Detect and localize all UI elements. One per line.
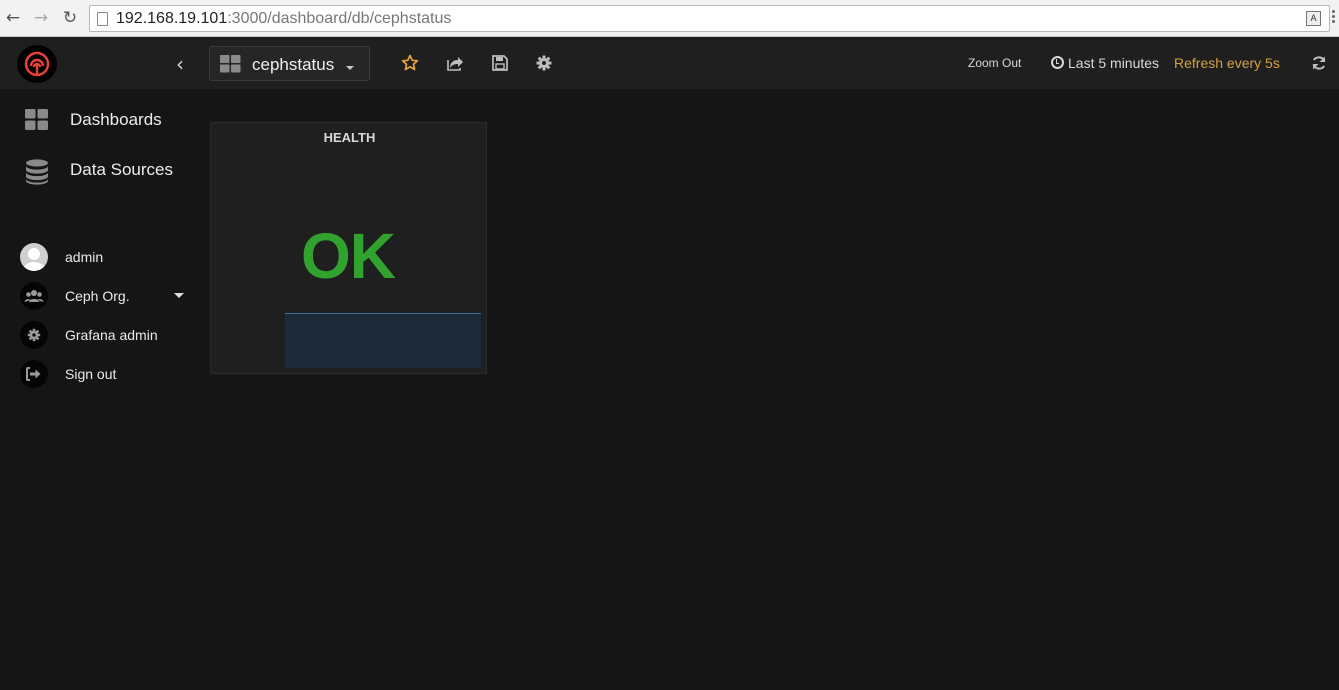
translate-icon[interactable]: A xyxy=(1306,11,1321,26)
sign-out-label: Sign out xyxy=(65,366,117,382)
address-bar[interactable]: 192.168.19.101:3000/dashboard/db/cephsta… xyxy=(89,5,1330,32)
panel-title[interactable]: HEALTH xyxy=(211,130,488,145)
database-icon xyxy=(26,159,48,185)
dashboards-grid-icon xyxy=(25,109,48,130)
time-range-picker[interactable]: Last 5 minutes xyxy=(1051,55,1159,71)
clock-icon xyxy=(1051,56,1064,69)
url-path: :3000/dashboard/db/cephstatus xyxy=(227,10,452,27)
reload-icon[interactable]: ↻ xyxy=(59,8,81,28)
share-icon[interactable] xyxy=(446,54,464,72)
dashboards-grid-icon xyxy=(220,55,241,73)
sidebar-item-profile[interactable]: admin xyxy=(0,240,196,274)
sidebar-item-dashboards[interactable]: Dashboards xyxy=(0,101,196,141)
collapse-sidebar-chevron-icon[interactable]: ‹ xyxy=(176,52,196,76)
gear-icon[interactable] xyxy=(535,54,553,72)
sidebar-item-org[interactable]: Ceph Org. xyxy=(0,279,196,313)
grafana-logo-icon[interactable] xyxy=(17,45,57,83)
sidebar-item-label: Data Sources xyxy=(70,160,173,179)
health-panel[interactable]: HEALTH OK xyxy=(210,122,487,374)
browser-toolbar: ← → ↻ 192.168.19.101:3000/dashboard/db/c… xyxy=(0,0,1339,37)
chevron-down-icon[interactable] xyxy=(174,293,184,298)
forward-arrow-icon[interactable]: → xyxy=(30,8,52,28)
star-icon[interactable] xyxy=(401,54,419,72)
page-icon xyxy=(97,12,108,26)
sidebar-item-grafana-admin[interactable]: Grafana admin xyxy=(0,318,196,352)
user-name: admin xyxy=(65,249,104,265)
refresh-icon[interactable] xyxy=(1311,55,1327,71)
sign-out-icon xyxy=(20,360,48,388)
gear-icon xyxy=(20,321,48,349)
sidebar-item-sign-out[interactable]: Sign out xyxy=(0,357,196,391)
refresh-interval-label[interactable]: Refresh every 5s xyxy=(1174,55,1280,71)
top-navbar: cephstatus Zoom Out Last 5 minutes Refre… xyxy=(196,37,1339,89)
url-host: 192.168.19.101 xyxy=(116,10,228,27)
url-text[interactable]: 192.168.19.101:3000/dashboard/db/cephsta… xyxy=(116,10,451,28)
panel-value: OK xyxy=(301,220,396,292)
browser-menu-icon[interactable] xyxy=(1331,10,1337,26)
sidebar-item-label: Dashboards xyxy=(70,110,162,129)
dashboard-title: cephstatus xyxy=(252,55,335,74)
chevron-down-icon xyxy=(346,66,354,70)
time-range-label: Last 5 minutes xyxy=(1068,55,1160,71)
users-icon xyxy=(20,282,48,310)
zoom-out-button[interactable]: Zoom Out xyxy=(968,56,1021,70)
logo-area xyxy=(0,37,196,89)
grafana-admin-label: Grafana admin xyxy=(65,327,158,343)
org-name: Ceph Org. xyxy=(65,288,130,304)
sidebar: ‹ Dashboards Data Sources admin Ceph Org… xyxy=(0,37,196,690)
sparkline xyxy=(285,313,481,368)
avatar xyxy=(20,243,48,271)
dashboard-picker[interactable]: cephstatus xyxy=(209,46,370,81)
save-icon[interactable] xyxy=(491,54,509,72)
sidebar-item-data-sources[interactable]: Data Sources xyxy=(0,151,196,191)
back-arrow-icon[interactable]: ← xyxy=(2,8,24,28)
